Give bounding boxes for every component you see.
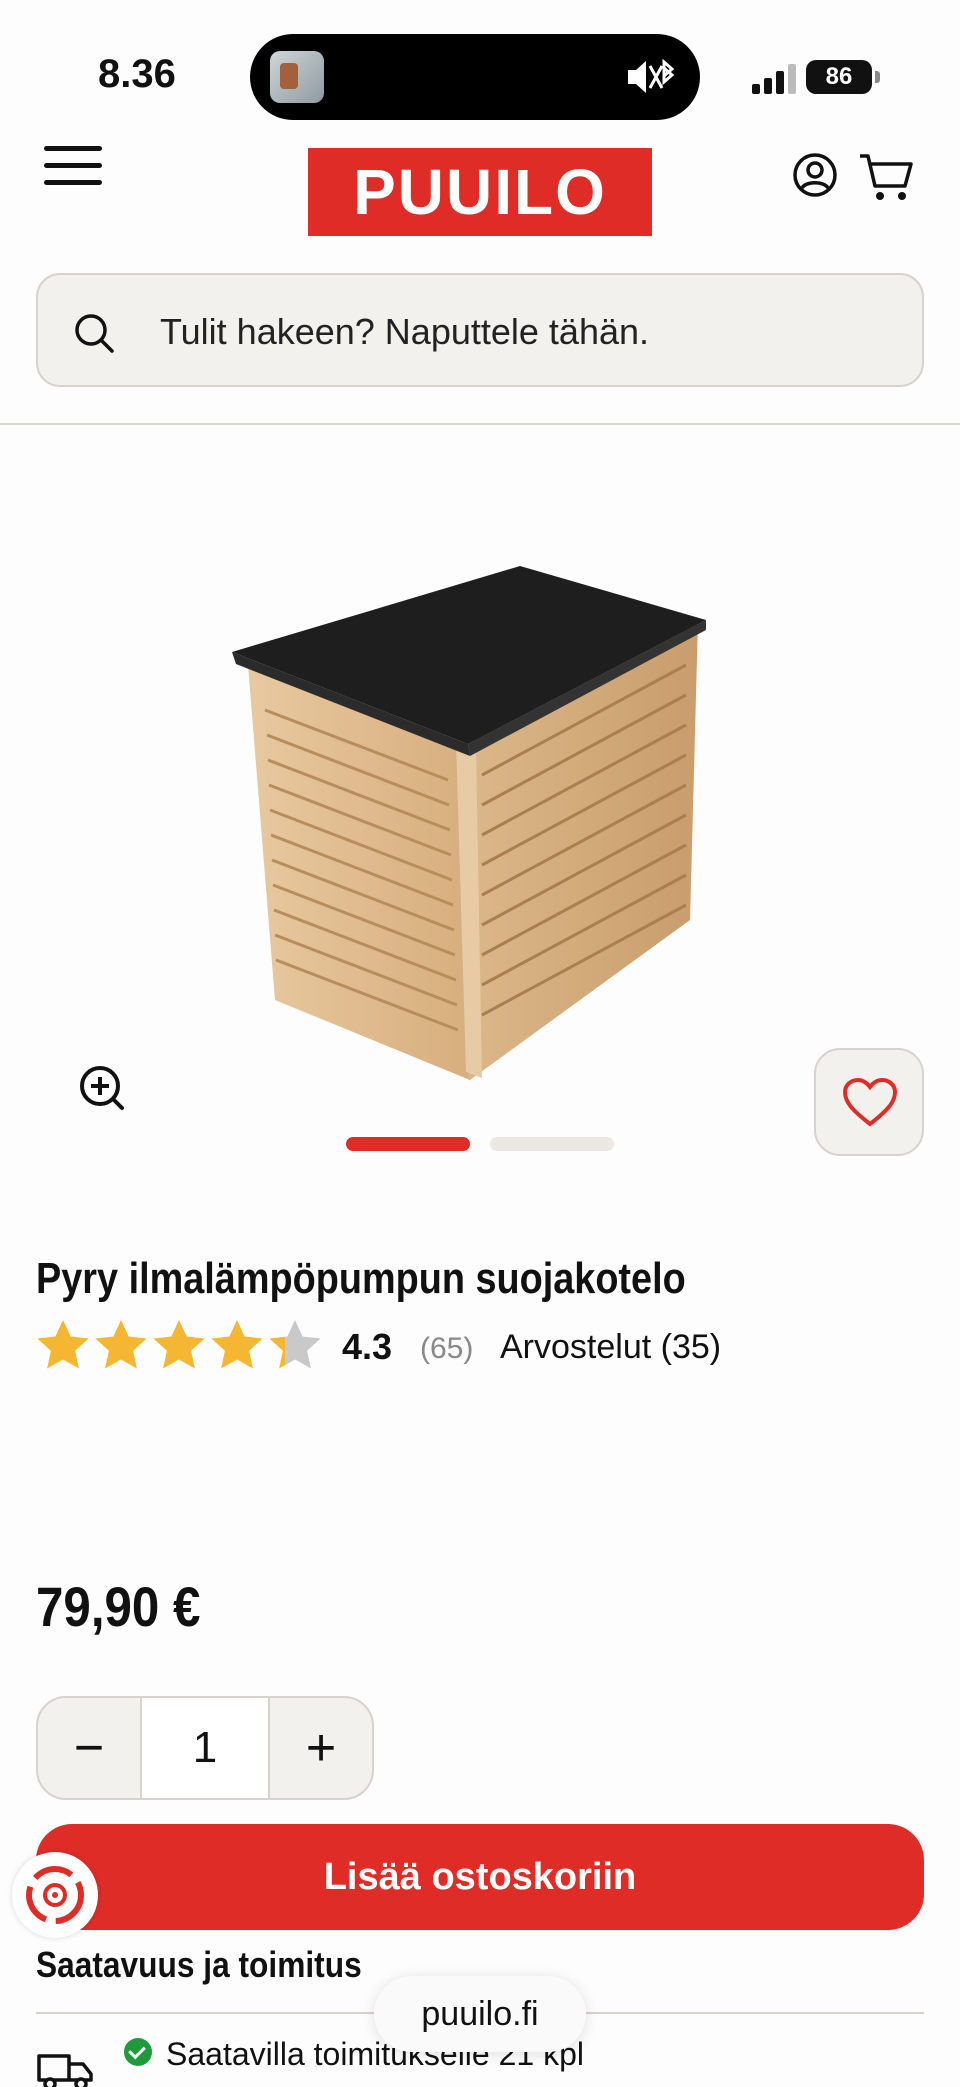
- search-icon: [75, 314, 114, 353]
- rating-count: (65): [420, 1332, 474, 1365]
- app-thumbnail-icon: [270, 51, 324, 103]
- increase-quantity-button[interactable]: +: [270, 1698, 372, 1798]
- availability-heading: Saatavuus ja toimitus: [36, 1944, 362, 1985]
- product-image[interactable]: [220, 560, 720, 1080]
- star-icon: [153, 1320, 205, 1369]
- status-time: 8.36: [98, 52, 176, 96]
- add-to-cart-button[interactable]: Lisää ostoskoriin: [36, 1824, 924, 1930]
- available-check-icon: [124, 2038, 152, 2066]
- signal-icon: [752, 64, 796, 94]
- carousel-dot[interactable]: [490, 1137, 614, 1151]
- browser-url-pill[interactable]: puuilo.fi: [374, 1976, 586, 2052]
- star-partial-icon: [269, 1320, 321, 1369]
- rating-value: 4.3: [342, 1326, 393, 1367]
- user-account-icon[interactable]: [792, 152, 838, 198]
- dynamic-island: [250, 34, 700, 120]
- battery-indicator: 86: [806, 60, 880, 94]
- puuilo-logo[interactable]: PUUILO: [308, 148, 652, 236]
- heart-icon: [842, 1078, 898, 1127]
- shopping-cart-icon[interactable]: [858, 152, 914, 204]
- favorite-button[interactable]: [814, 1048, 924, 1156]
- rating-stars[interactable]: [36, 1318, 322, 1372]
- quantity-value[interactable]: 1: [140, 1698, 270, 1798]
- delivery-truck-icon: [37, 2054, 93, 2087]
- product-price: 79,90 €: [36, 1575, 201, 1638]
- star-icon: [95, 1320, 147, 1369]
- reload-badge-icon[interactable]: [12, 1852, 98, 1938]
- product-title: Pyry ilmalämpöpumpun suojakotelo: [36, 1254, 686, 1303]
- quantity-stepper: − 1 +: [36, 1696, 374, 1800]
- search-bar[interactable]: Tulit hakeen? Naputtele tähän.: [36, 273, 924, 387]
- search-placeholder[interactable]: Tulit hakeen? Naputtele tähän.: [160, 311, 649, 353]
- silent-bluetooth-icon: [628, 58, 675, 93]
- star-icon: [37, 1320, 89, 1369]
- header-divider: [0, 423, 960, 425]
- reviews-link[interactable]: Arvostelut (35): [500, 1328, 721, 1367]
- decrease-quantity-button[interactable]: −: [38, 1698, 140, 1798]
- star-icon: [211, 1320, 263, 1369]
- carousel-dot-active[interactable]: [346, 1137, 470, 1151]
- zoom-in-icon[interactable]: [78, 1064, 126, 1112]
- hamburger-menu-icon[interactable]: [44, 146, 102, 186]
